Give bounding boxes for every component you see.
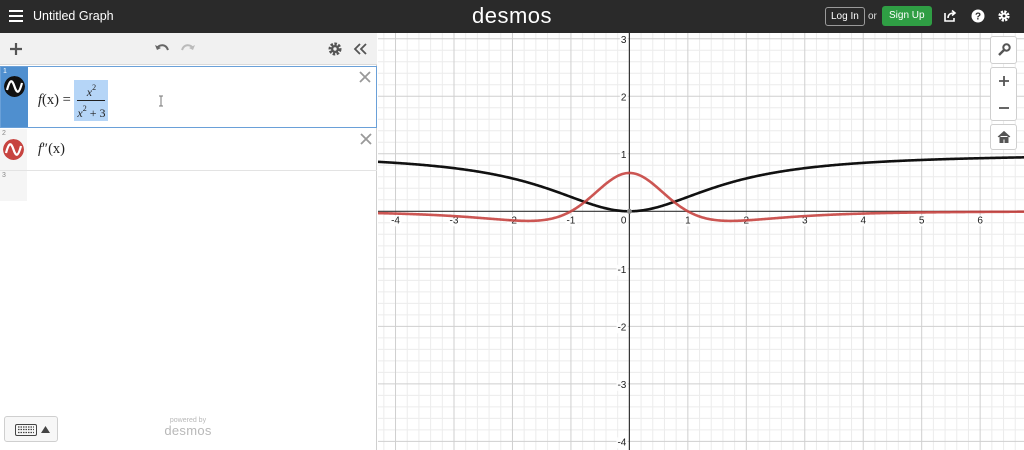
- powered-by-desmos: powered by desmos: [160, 417, 216, 438]
- collapse-panel-icon[interactable]: [351, 40, 369, 58]
- default-viewport-button[interactable]: [990, 124, 1017, 150]
- graph-plot[interactable]: -4 -3 -2 -1 1 2 3 4 5 6-4-3-2-11230: [378, 33, 1024, 450]
- zoom-controls: [990, 67, 1017, 121]
- keyboard-icon: [15, 424, 37, 436]
- fraction-highlight: x2 x2 + 3: [74, 80, 109, 121]
- expression-row-3[interactable]: 3: [0, 171, 377, 201]
- curve-f-second-derivative: [378, 171, 1024, 223]
- home-icon: [997, 130, 1011, 143]
- graph-style-toggle-icon[interactable]: [4, 76, 25, 97]
- wrench-icon: [998, 43, 1011, 56]
- signup-button[interactable]: Sign Up: [882, 6, 932, 26]
- x-tick-label: -4: [391, 215, 400, 226]
- graph-style-toggle-icon[interactable]: [3, 139, 24, 160]
- x-tick-label: 4: [860, 215, 866, 226]
- or-text: or: [868, 11, 877, 22]
- gear-icon[interactable]: [326, 40, 344, 58]
- expression-gutter: 2: [0, 129, 27, 170]
- share-icon[interactable]: [943, 9, 957, 23]
- expression-number: 2: [2, 130, 6, 137]
- y-tick-label: 1: [621, 150, 627, 161]
- graph-settings-button[interactable]: [990, 36, 1017, 64]
- zoom-out-icon[interactable]: [997, 101, 1011, 115]
- graph-title[interactable]: Untitled Graph: [33, 9, 114, 23]
- x-tick-label: 1: [685, 215, 691, 226]
- expression-math-f[interactable]: f(x) = x2 x2 + 3: [38, 80, 109, 121]
- origin-label: 0: [621, 215, 627, 226]
- expression-panel: 1 f(x) = x2 x2 + 3 2 f″(x) 3 powered by …: [0, 33, 377, 450]
- undo-icon[interactable]: [153, 40, 171, 58]
- help-icon[interactable]: ?: [971, 9, 985, 23]
- x-tick-label: 6: [977, 215, 983, 226]
- expression-row-2[interactable]: 2 f″(x): [0, 129, 377, 171]
- redo-icon[interactable]: [179, 40, 197, 58]
- expression-toolbar: [0, 33, 377, 65]
- expression-gutter: 3: [0, 171, 27, 201]
- graph-paper[interactable]: -4 -3 -2 -1 1 2 3 4 5 6 -4 -3 -2 -1 1 2 3 0: [378, 33, 1024, 450]
- menu-icon[interactable]: [9, 10, 23, 22]
- login-button[interactable]: Log In: [825, 7, 865, 26]
- y-tick-label: -4: [617, 437, 626, 448]
- powered-by-logo: desmos: [164, 423, 212, 438]
- zoom-in-icon[interactable]: [997, 74, 1011, 88]
- y-tick-label: -2: [617, 322, 626, 333]
- x-tick-label: 5: [919, 215, 925, 226]
- keypad-toggle-button[interactable]: [4, 416, 58, 442]
- y-tick-label: -1: [617, 265, 626, 276]
- svg-text:?: ?: [975, 12, 981, 23]
- origin-point: [626, 208, 632, 214]
- top-bar: Untitled Graph desmos Log In or Sign Up …: [0, 0, 1024, 33]
- expression-number: 3: [2, 172, 6, 179]
- settings-gear-icon[interactable]: [997, 9, 1011, 23]
- y-tick-label: -3: [617, 380, 626, 391]
- expression-math-fpp[interactable]: f″(x): [38, 141, 65, 158]
- expression-gutter: 1: [1, 67, 28, 127]
- x-tick-label: -1: [566, 215, 575, 226]
- add-item-icon[interactable]: [7, 40, 25, 58]
- delete-expression-icon[interactable]: [360, 133, 372, 145]
- text-cursor-icon: [159, 95, 163, 107]
- y-tick-label: 3: [621, 35, 627, 46]
- y-tick-label: 2: [621, 92, 627, 103]
- delete-expression-icon[interactable]: [359, 71, 371, 83]
- caret-up-icon: [41, 426, 50, 433]
- expression-row-1[interactable]: 1 f(x) = x2 x2 + 3: [0, 66, 377, 128]
- expression-number: 1: [3, 68, 7, 75]
